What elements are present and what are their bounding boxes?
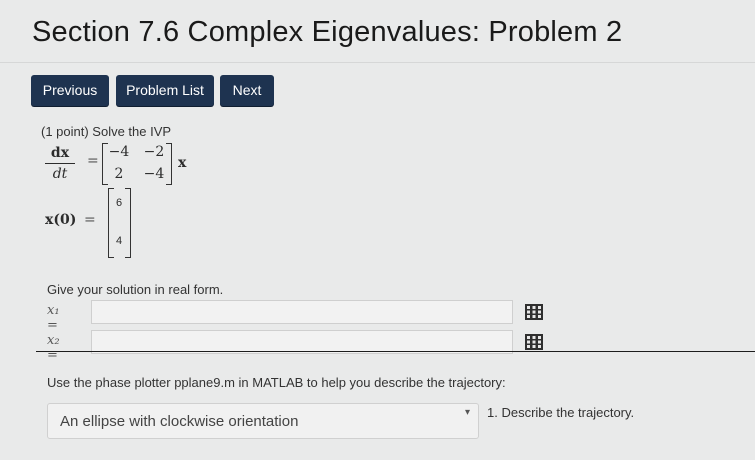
title-divider: [0, 62, 755, 63]
vector-symbol: x: [178, 155, 187, 171]
next-button[interactable]: Next: [220, 75, 274, 106]
matrix-grid-icon[interactable]: [525, 304, 543, 320]
matrix-cell: −2: [143, 144, 165, 160]
matrix-right-bracket: [166, 143, 172, 185]
matrix-cell: 2: [114, 166, 124, 182]
answer-instructions: Give your solution in real form.: [47, 282, 224, 297]
answer-input-x1[interactable]: [91, 300, 513, 324]
problem-statement: (1 point) Solve the IVP: [41, 124, 172, 139]
answer-label: x₁ =: [47, 303, 60, 333]
problem-list-button[interactable]: Problem List: [116, 75, 214, 106]
previous-button[interactable]: Previous: [31, 75, 109, 106]
derivative-denominator: dt: [52, 166, 68, 182]
answer-label: x₂ =: [47, 333, 60, 363]
trajectory-label: 1. Describe the trajectory.: [487, 405, 635, 420]
derivative-numerator: dx: [50, 145, 70, 161]
matrix-cell: −4: [108, 144, 130, 160]
derivative-fraction: dx dt: [45, 145, 75, 182]
section-divider: [36, 351, 755, 352]
initial-label: x(0): [45, 212, 77, 228]
matrix-cell: −4: [143, 166, 165, 182]
trajectory-select[interactable]: An ellipse with clockwise orientation ▾: [47, 403, 479, 439]
equals-sign: =: [87, 153, 99, 169]
page-title: Section 7.6 Complex Eigenvalues: Problem…: [32, 16, 623, 48]
vector-right-bracket: [125, 188, 131, 258]
fraction-bar: [45, 163, 75, 164]
matrix-grid-icon[interactable]: [525, 334, 543, 350]
equals-sign: =: [84, 212, 96, 228]
trajectory-selected-value: An ellipse with clockwise orientation: [60, 413, 299, 430]
chevron-down-icon: ▾: [464, 407, 470, 418]
trajectory-question: Use the phase plotter pplane9.m in MATLA…: [47, 375, 506, 390]
